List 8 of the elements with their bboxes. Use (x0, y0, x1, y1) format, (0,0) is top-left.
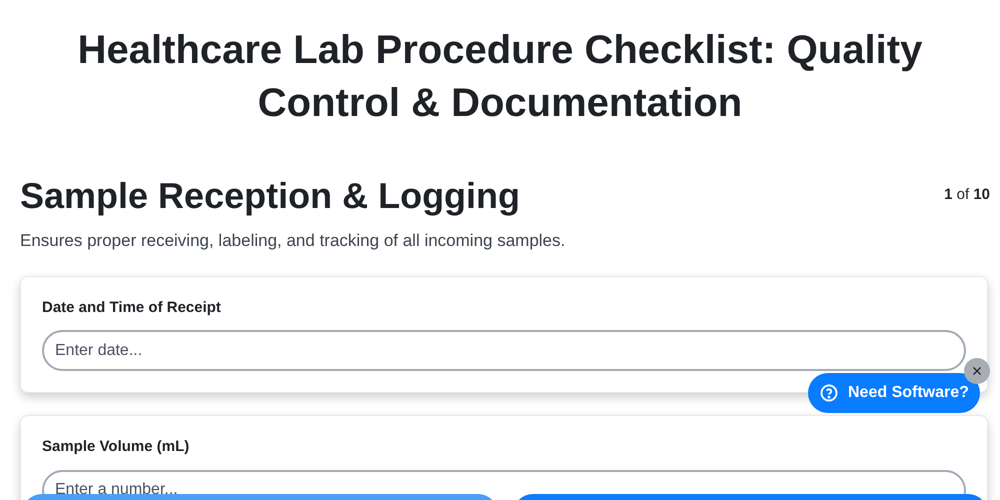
help-icon (820, 384, 838, 402)
section-description: Ensures proper receiving, labeling, and tracking of all incoming samples. (20, 230, 566, 252)
page-title: Healthcare Lab Procedure Checklist: Quality Control & Documentation (76, 27, 924, 127)
section-heading: Sample Reception & Logging (20, 174, 520, 218)
field-label: Sample Volume (mL) (42, 437, 190, 457)
field-label: Date and Time of Receipt (42, 298, 222, 318)
input-field[interactable]: Enter date... (42, 330, 966, 371)
page-counter: 1 of 10 (944, 185, 990, 205)
